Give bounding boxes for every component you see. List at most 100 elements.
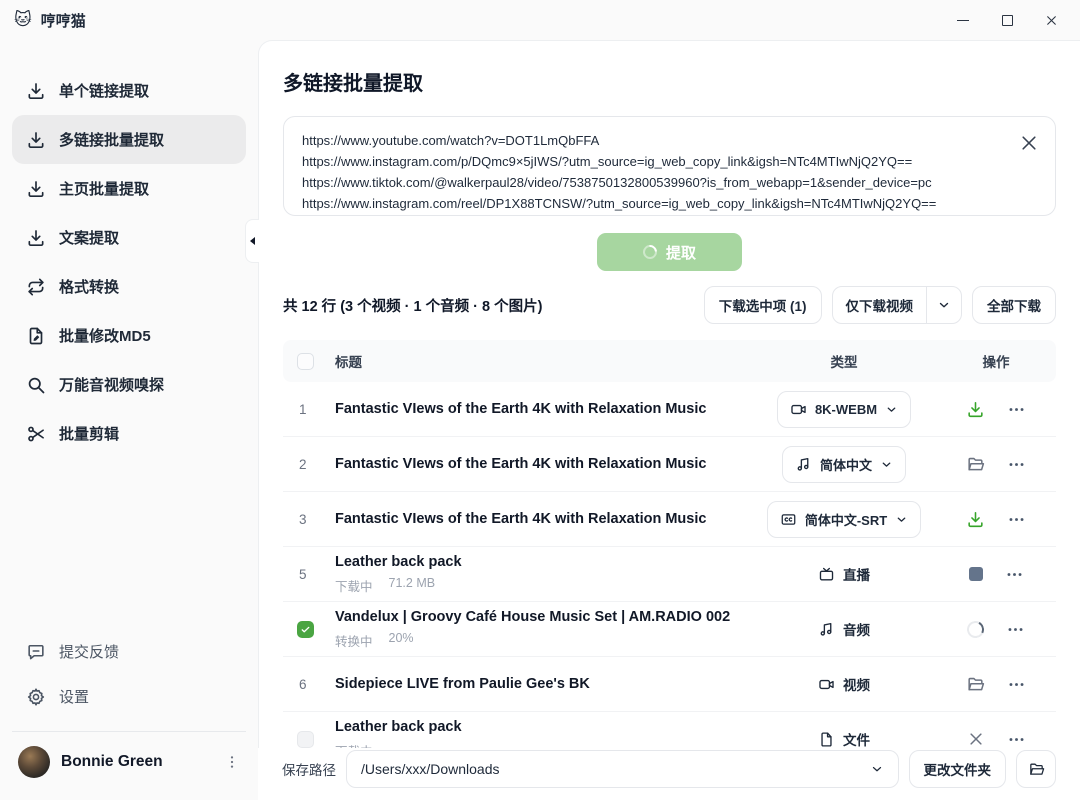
stop-button[interactable]	[969, 567, 983, 581]
chevron-down-icon	[895, 513, 908, 526]
sidebar-item-4[interactable]: 格式转换	[12, 262, 246, 311]
check-icon	[300, 624, 311, 635]
row-number: 3	[291, 512, 335, 527]
dots-icon	[1007, 675, 1026, 694]
close-icon	[1045, 14, 1058, 27]
open-folder-button[interactable]	[966, 455, 985, 474]
more-actions-button[interactable]	[1007, 510, 1026, 529]
minimize-button[interactable]	[948, 6, 978, 34]
url-input-box[interactable]: https://www.youtube.com/watch?v=DOT1LmQb…	[283, 116, 1056, 216]
more-actions-button[interactable]	[1007, 455, 1026, 474]
type-label: 简体中文-SRT	[805, 510, 887, 529]
maximize-button[interactable]	[992, 6, 1022, 34]
folder-icon	[966, 455, 985, 474]
row-status: 转换中20%	[335, 631, 744, 650]
app-logo-cat-icon: 🐱	[14, 10, 32, 30]
select-all-checkbox[interactable]	[297, 353, 314, 370]
more-actions-button[interactable]	[1007, 675, 1026, 694]
page-title: 多链接批量提取	[283, 67, 1056, 96]
url-lines: https://www.youtube.com/watch?v=DOT1LmQb…	[302, 130, 1003, 214]
download-selected-button[interactable]: 下载选中项 (1)	[704, 286, 822, 324]
row-title-cell: Fantastic VIews of the Earth 4K with Rel…	[335, 400, 744, 418]
table-row-4: 5Leather back pack下载中71.2 MB直播	[283, 547, 1056, 602]
sidebar-item-label: 批量剪辑	[59, 423, 119, 444]
row-number: 1	[291, 402, 335, 417]
change-folder-button[interactable]: 更改文件夹	[909, 750, 1007, 788]
row-title: Fantastic VIews of the Earth 4K with Rel…	[335, 510, 744, 528]
download-button[interactable]	[966, 510, 985, 529]
summary-row: 共 12 行 (3 个视频 · 1 个音频 · 8 个图片) 下载选中项 (1)…	[283, 286, 1056, 324]
download-all-button[interactable]: 全部下载	[972, 286, 1056, 324]
save-path-select[interactable]: /Users/xxx/Downloads	[346, 750, 899, 788]
sidebar-footer-item-0[interactable]: 提交反馈	[12, 629, 246, 674]
sidebar-item-label: 多链接批量提取	[59, 129, 164, 150]
type-select[interactable]: 8K-WEBM	[777, 391, 911, 428]
video-icon	[790, 401, 807, 418]
download-icon	[26, 179, 46, 199]
type-label: 音频	[843, 619, 870, 639]
extract-button[interactable]: 提取	[597, 233, 742, 271]
avatar	[18, 746, 50, 778]
sidebar-item-2[interactable]: 主页批量提取	[12, 164, 246, 213]
row-type-cell: 直播	[744, 564, 944, 584]
column-header-type: 类型	[744, 351, 944, 371]
sidebar-menu: 单个链接提取多链接批量提取主页批量提取文案提取格式转换批量修改MD5万能音视频嗅…	[12, 66, 246, 458]
sidebar-collapse-handle[interactable]	[245, 219, 259, 263]
sidebar-item-6[interactable]: 万能音视频嗅探	[12, 360, 246, 409]
url-line: https://www.instagram.com/reel/DP1X88TCN…	[302, 193, 1003, 214]
user-row[interactable]: Bonnie Green	[12, 731, 246, 784]
download-videos-only-button[interactable]: 仅下载视频	[833, 287, 927, 323]
chevron-left-icon	[250, 237, 255, 245]
save-path-bar: 保存路径 /Users/xxx/Downloads 更改文件夹	[258, 748, 1080, 800]
sidebar-item-label: 主页批量提取	[59, 178, 149, 199]
row-title: Fantastic VIews of the Earth 4K with Rel…	[335, 455, 744, 473]
row-operations	[944, 400, 1048, 419]
download-button[interactable]	[966, 400, 985, 419]
folder-icon	[1028, 761, 1045, 778]
type-select[interactable]: 简体中文	[782, 446, 906, 483]
sidebar-item-label: 提交反馈	[59, 641, 119, 662]
convert-icon	[26, 277, 46, 297]
row-operations	[944, 455, 1048, 474]
type-select[interactable]: 简体中文-SRT	[767, 501, 921, 538]
download-videos-only-split-button: 仅下载视频	[832, 286, 963, 324]
table-row-5: Vandelux | Groovy Café House Music Set |…	[283, 602, 1056, 657]
sidebar-item-0[interactable]: 单个链接提取	[12, 66, 246, 115]
sidebar-item-3[interactable]: 文案提取	[12, 213, 246, 262]
save-path-label: 保存路径	[282, 759, 336, 779]
dots-icon	[1007, 730, 1026, 749]
kebab-menu-icon[interactable]	[224, 754, 240, 770]
more-actions-button[interactable]	[1007, 400, 1026, 419]
open-folder-button[interactable]	[966, 675, 985, 694]
file-icon	[818, 731, 835, 748]
url-line: https://www.youtube.com/watch?v=DOT1LmQb…	[302, 130, 1003, 151]
type-label-plain: 文件	[818, 729, 870, 749]
sidebar-item-5[interactable]: 批量修改MD5	[12, 311, 246, 360]
more-actions-button[interactable]	[1006, 620, 1025, 639]
row-type-cell: 文件	[744, 729, 944, 749]
summary-text: 共 12 行 (3 个视频 · 1 个音频 · 8 个图片)	[283, 295, 542, 316]
cancel-button[interactable]	[967, 730, 985, 748]
row-status: 下载中71.2 MB	[335, 576, 744, 595]
clear-input-button[interactable]	[1019, 133, 1039, 153]
table-header: 标题 类型 操作	[283, 340, 1056, 382]
audio-icon	[795, 456, 812, 473]
download-mode-dropdown[interactable]	[927, 287, 961, 323]
sidebar-item-7[interactable]: 批量剪辑	[12, 409, 246, 458]
folder-icon	[966, 675, 985, 694]
row-checkbox[interactable]	[297, 731, 314, 748]
close-button[interactable]	[1036, 6, 1066, 34]
sidebar-item-1[interactable]: 多链接批量提取	[12, 115, 246, 164]
row-operations	[944, 510, 1048, 529]
row-checkbox[interactable]	[297, 621, 314, 638]
type-label-plain: 直播	[818, 564, 870, 584]
chevron-down-icon	[937, 298, 951, 312]
sidebar-footer-item-1[interactable]: 设置	[12, 674, 246, 719]
save-path-value: /Users/xxx/Downloads	[361, 761, 500, 777]
column-header-title: 标题	[335, 351, 744, 371]
open-folder-button[interactable]	[1016, 750, 1056, 788]
more-actions-button[interactable]	[1007, 730, 1026, 749]
more-actions-button[interactable]	[1005, 565, 1024, 584]
live-icon	[818, 566, 835, 583]
row-type-cell: 8K-WEBM	[744, 391, 944, 428]
